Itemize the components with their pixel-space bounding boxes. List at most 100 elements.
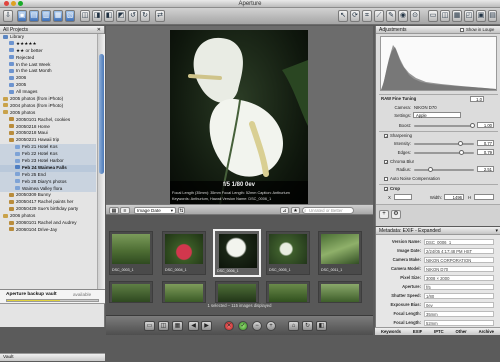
tab-other[interactable]: Other	[456, 328, 467, 335]
tree-item-last-month[interactable]: In the Last Month	[0, 68, 96, 75]
rotate-right-icon[interactable]: ↻	[140, 10, 150, 22]
close-panel-icon[interactable]: ✕	[97, 26, 101, 34]
intensity-slider-knob[interactable]	[458, 141, 463, 146]
tree-item-album[interactable]: Waimea Valley flora	[0, 185, 96, 193]
boost-slider[interactable]	[414, 123, 475, 128]
tree-item-2005-photos[interactable]: 2005 photos	[0, 110, 96, 117]
noise-compensation-checkbox[interactable]	[384, 177, 388, 181]
thumbnail[interactable]	[318, 281, 362, 303]
lift-stamp-tool-icon[interactable]: ✎	[386, 10, 396, 22]
tree-item-album[interactable]: Feb 23 Hotel Harbor	[0, 158, 96, 165]
hud-toggle-icon[interactable]: ▣	[476, 10, 486, 22]
list-view-icon[interactable]: ≡	[120, 207, 130, 214]
metadata-value[interactable]: 3008 × 2000	[424, 274, 494, 281]
sort-select[interactable]: Image Date ▾	[134, 207, 176, 214]
radius-slider-knob[interactable]	[428, 167, 433, 172]
edges-value[interactable]: 0.79	[477, 149, 494, 155]
tree-item-album[interactable]: Feb 21 Hotel Kos	[0, 144, 96, 152]
vault-item[interactable]: Aperture backup vault available	[0, 289, 105, 304]
tree-item-project[interactable]: 20050429 Sue's birthday party	[0, 206, 96, 213]
crop-height-value[interactable]	[474, 194, 494, 200]
compare-icon[interactable]: ⇄	[155, 10, 165, 22]
tree-item-project[interactable]: 20050218 Maui	[0, 130, 96, 137]
tree-item-project[interactable]: 20050417 Rachel paints her	[0, 199, 96, 206]
chroma-blur-checkbox[interactable]: ✓	[384, 160, 388, 165]
select-icon[interactable]: ✓	[238, 321, 248, 331]
metadata-toggle-icon[interactable]: ▤	[488, 10, 497, 22]
metadata-header[interactable]: Metadata: EXIF - Expanded ▾	[376, 227, 500, 235]
thumbnail[interactable]: DSC_0003_1	[109, 231, 153, 275]
boost-value[interactable]: 1.00	[477, 122, 494, 128]
tree-item-album[interactable]: Feb 28 Diary's photos	[0, 178, 96, 186]
tree-item-album[interactable]: Feb 25 End	[0, 171, 96, 179]
scrollbar-thumb[interactable]	[99, 54, 104, 174]
tree-item-project[interactable]: 20050218 Home	[0, 124, 96, 131]
add-adjustment-icon[interactable]: +	[379, 210, 389, 219]
main-photo[interactable]	[170, 30, 308, 205]
next-image-icon[interactable]: ▶	[201, 321, 212, 331]
boost-slider-knob[interactable]	[470, 123, 475, 128]
tab-archive[interactable]: Archive	[479, 328, 494, 335]
sort-direction-icon[interactable]: ⇅	[178, 207, 185, 214]
tree-item-all-images[interactable]: All Images	[0, 89, 96, 96]
tree-item-project[interactable]: 20050309 Bunny	[0, 192, 96, 199]
crop-checkbox[interactable]: ✓	[384, 187, 388, 192]
projects-scrollbar[interactable]	[97, 34, 105, 289]
full-screen-icon[interactable]: ◰	[464, 10, 474, 22]
metadata-value[interactable]: 52mm	[424, 319, 494, 326]
stack-icon[interactable]: ◫	[80, 10, 90, 22]
show-in-loupe-checkbox[interactable]	[460, 28, 464, 32]
tree-item-2006-photos[interactable]: 2006 photos	[0, 213, 96, 220]
decrease-rating-icon[interactable]: −	[252, 321, 262, 331]
rotate-left-icon[interactable]: ↺	[128, 10, 138, 22]
browser-only-icon[interactable]: ▦	[172, 321, 183, 331]
crop-x-value[interactable]	[394, 194, 412, 200]
red-eye-tool-icon[interactable]: ◉	[398, 10, 408, 22]
thumbnail[interactable]	[109, 281, 153, 303]
tree-item-five-star[interactable]: ★★★★★	[0, 41, 96, 48]
tree-item-album[interactable]: Feb 22 Hotel Kos	[0, 151, 96, 159]
smart-album-icon[interactable]: ▦	[53, 10, 63, 22]
vault-tab[interactable]: Vault	[3, 354, 14, 362]
thumbnail[interactable]	[215, 281, 259, 303]
edges-slider[interactable]	[414, 150, 474, 155]
filter-icon[interactable]: ⊿	[280, 207, 289, 214]
stack-icon[interactable]: ◧	[316, 321, 327, 331]
radius-slider[interactable]	[414, 167, 474, 172]
thumbnail[interactable]: DSC_0005_1	[266, 231, 310, 275]
inspector-toggle-icon[interactable]: ⇩	[3, 10, 13, 22]
tree-item-album-selected[interactable]: Feb 24 Waimea Falls	[0, 164, 96, 172]
tree-item-2006[interactable]: 2006	[0, 75, 96, 82]
search-field[interactable]: ⌕ Unrated or Better	[302, 207, 354, 214]
viewer-only-icon[interactable]: ▭	[144, 321, 155, 331]
metadata-value[interactable]: 2/24/05 4:17:48 PM HST	[424, 247, 494, 254]
tree-item-last-week[interactable]: In the Last Week	[0, 62, 96, 69]
reject-icon[interactable]: ✕	[224, 321, 234, 331]
metadata-value[interactable]: NIKON CORPORATION	[424, 256, 494, 263]
rotate-tool-icon[interactable]: ⟳	[350, 10, 360, 22]
metadata-value[interactable]: 0ev	[424, 301, 494, 308]
viewer-mode-icon[interactable]: ▭	[428, 10, 438, 22]
thumbnail[interactable]: DSC_0011_1	[318, 231, 362, 275]
tree-item-project[interactable]: 20050221 Hawaii trip	[0, 137, 96, 144]
tab-iptc[interactable]: IPTC	[434, 328, 444, 335]
tab-exif[interactable]: EXIF	[413, 328, 422, 335]
rotate-icon[interactable]: ↻	[302, 321, 313, 331]
thumbnail[interactable]	[162, 281, 206, 303]
thumbnail-selected[interactable]: DSC_0006_1	[213, 229, 261, 277]
metadata-value[interactable]: 35mm	[424, 310, 494, 317]
edges-slider-knob[interactable]	[459, 150, 464, 155]
gear-icon[interactable]: ⚙	[391, 210, 401, 219]
settings-select[interactable]: Apple	[413, 112, 461, 118]
new-folder-icon[interactable]: ▤	[29, 10, 39, 22]
sharpening-checkbox[interactable]: ✓	[384, 134, 388, 139]
loupe-tool-icon[interactable]: ⊙	[410, 10, 420, 22]
unstack-icon[interactable]: ◨	[92, 10, 102, 22]
tree-item-project[interactable]: 20060104 Drive-Jay	[0, 227, 96, 234]
metadata-value[interactable]: f/5	[424, 283, 494, 290]
metadata-value[interactable]: NIKON D70	[424, 265, 494, 272]
tree-item-2005[interactable]: 2005	[0, 82, 96, 89]
promote-icon[interactable]: ◩	[116, 10, 126, 22]
raw-version-select[interactable]: 1.0	[470, 96, 484, 102]
crop-tool-icon[interactable]: ⌗	[362, 10, 372, 22]
